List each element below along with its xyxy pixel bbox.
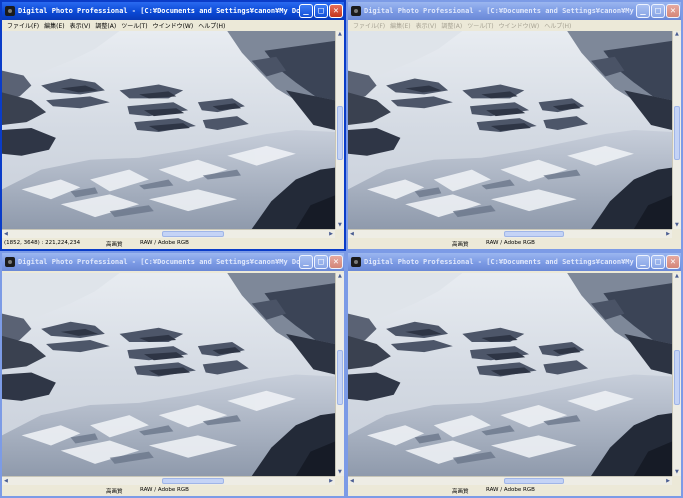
menu-view[interactable]: 表示(V) [70, 21, 91, 30]
horizontal-scroll-thumb[interactable] [161, 478, 224, 484]
vertical-scroll-thumb[interactable] [337, 350, 343, 405]
horizontal-scroll-thumb[interactable] [503, 231, 564, 237]
status-bar: (1852, 3648) : 221,224,234 高画質 RAW / Ado… [2, 238, 344, 249]
minimize-button[interactable]: _ [636, 255, 650, 269]
camera-app-icon[interactable] [5, 6, 15, 16]
status-quality: 高画質 [452, 489, 469, 495]
menu-bar: ファイル(F) 編集(E) 表示(V) 調整(A) ツール(T) ウインドウ(W… [2, 20, 344, 31]
menu-window[interactable]: ウインドウ(W) [153, 21, 194, 30]
menu-bar: ファイル(F) 編集(E) 表示(V) 調整(A) ツール(T) ウインドウ(W… [348, 20, 681, 31]
glacier-photo [348, 273, 672, 476]
status-bar: 高画質 RAW / Adobe RGB [2, 485, 344, 496]
horizontal-scrollbar[interactable]: ◀ ▶ [348, 229, 672, 238]
vertical-scrollbar[interactable]: ▲ ▼ [335, 31, 344, 229]
minimize-button[interactable]: _ [636, 4, 650, 18]
scroll-down-icon[interactable]: ▼ [675, 470, 679, 475]
window-title: Digital Photo Professional - [C:¥Documen… [364, 7, 636, 15]
status-colorspace: RAW / Adobe RGB [486, 240, 535, 246]
scroll-right-icon[interactable]: ▶ [666, 479, 670, 484]
window-bottom-left[interactable]: Digital Photo Professional - [C:¥Documen… [0, 251, 346, 498]
image-viewport[interactable] [348, 273, 672, 476]
scroll-down-icon[interactable]: ▼ [338, 470, 342, 475]
menu-file[interactable]: ファイル(F) [7, 21, 39, 30]
window-top-right[interactable]: Digital Photo Professional - [C:¥Documen… [346, 0, 683, 251]
horizontal-scroll-thumb[interactable] [503, 478, 564, 484]
close-button[interactable]: ✕ [666, 4, 680, 18]
menu-adjust[interactable]: 調整(A) [441, 21, 462, 30]
menu-help[interactable]: ヘルプ(H) [544, 21, 571, 30]
window-title: Digital Photo Professional - [C:¥Documen… [364, 258, 636, 266]
window-bottom-right[interactable]: Digital Photo Professional - [C:¥Documen… [346, 251, 683, 498]
camera-app-icon[interactable] [351, 257, 361, 267]
scroll-down-icon[interactable]: ▼ [675, 223, 679, 228]
vertical-scroll-thumb[interactable] [674, 106, 680, 160]
horizontal-scrollbar[interactable]: ◀ ▶ [2, 229, 335, 238]
scroll-up-icon[interactable]: ▲ [675, 32, 679, 37]
menu-edit[interactable]: 編集(E) [390, 21, 410, 30]
menu-tools[interactable]: ツール(T) [467, 21, 493, 30]
horizontal-scrollbar[interactable]: ◀ ▶ [2, 476, 335, 485]
camera-app-icon[interactable] [351, 6, 361, 16]
vertical-scroll-thumb[interactable] [674, 350, 680, 405]
status-quality: 高画質 [452, 242, 469, 248]
image-viewport[interactable] [348, 31, 672, 229]
window-top-left[interactable]: Digital Photo Professional - [C:¥Documen… [0, 0, 346, 251]
scroll-up-icon[interactable]: ▲ [675, 274, 679, 279]
glacier-photo [348, 31, 672, 229]
scroll-left-icon[interactable]: ◀ [350, 479, 354, 484]
close-button[interactable]: ✕ [329, 4, 343, 18]
glacier-photo [2, 31, 335, 229]
window-title: Digital Photo Professional - [C:¥Documen… [18, 258, 299, 266]
vertical-scrollbar[interactable]: ▲ ▼ [672, 273, 681, 476]
window-title: Digital Photo Professional - [C:¥Documen… [18, 7, 299, 15]
camera-app-icon[interactable] [5, 257, 15, 267]
maximize-button[interactable]: □ [651, 4, 665, 18]
horizontal-scroll-thumb[interactable] [161, 231, 224, 237]
minimize-button[interactable]: _ [299, 4, 313, 18]
status-colorspace: RAW / Adobe RGB [486, 487, 535, 493]
close-button[interactable]: ✕ [329, 255, 343, 269]
vertical-scroll-thumb[interactable] [337, 106, 343, 160]
title-bar[interactable]: Digital Photo Professional - [C:¥Documen… [348, 253, 681, 271]
image-viewport[interactable] [2, 31, 335, 229]
menu-help[interactable]: ヘルプ(H) [198, 21, 225, 30]
title-bar[interactable]: Digital Photo Professional - [C:¥Documen… [2, 2, 344, 20]
status-quality: 高画質 [106, 489, 123, 495]
image-viewport[interactable] [2, 273, 335, 476]
close-button[interactable]: ✕ [666, 255, 680, 269]
vertical-scrollbar[interactable]: ▲ ▼ [335, 273, 344, 476]
glacier-photo [2, 273, 335, 476]
status-bar: 高画質 RAW / Adobe RGB [348, 238, 681, 249]
title-bar[interactable]: Digital Photo Professional - [C:¥Documen… [2, 253, 344, 271]
title-bar[interactable]: Digital Photo Professional - [C:¥Documen… [348, 2, 681, 20]
minimize-button[interactable]: _ [299, 255, 313, 269]
maximize-button[interactable]: □ [651, 255, 665, 269]
scroll-left-icon[interactable]: ◀ [350, 232, 354, 237]
status-pixel-readout: (1852, 3648) : 221,224,234 [4, 240, 81, 246]
menu-adjust[interactable]: 調整(A) [95, 21, 116, 30]
scroll-right-icon[interactable]: ▶ [666, 232, 670, 237]
scroll-left-icon[interactable]: ◀ [4, 232, 8, 237]
maximize-button[interactable]: □ [314, 255, 328, 269]
maximize-button[interactable]: □ [314, 4, 328, 18]
menu-window[interactable]: ウインドウ(W) [499, 21, 540, 30]
horizontal-scrollbar[interactable]: ◀ ▶ [348, 476, 672, 485]
menu-tools[interactable]: ツール(T) [121, 21, 147, 30]
status-quality: 高画質 [106, 242, 123, 248]
status-colorspace: RAW / Adobe RGB [140, 240, 189, 246]
status-bar: 高画質 RAW / Adobe RGB [348, 485, 681, 496]
status-colorspace: RAW / Adobe RGB [140, 487, 189, 493]
menu-edit[interactable]: 編集(E) [44, 21, 64, 30]
scroll-up-icon[interactable]: ▲ [338, 32, 342, 37]
scroll-right-icon[interactable]: ▶ [329, 479, 333, 484]
scroll-right-icon[interactable]: ▶ [329, 232, 333, 237]
scroll-down-icon[interactable]: ▼ [338, 223, 342, 228]
menu-file[interactable]: ファイル(F) [353, 21, 385, 30]
scroll-left-icon[interactable]: ◀ [4, 479, 8, 484]
menu-view[interactable]: 表示(V) [416, 21, 437, 30]
scroll-up-icon[interactable]: ▲ [338, 274, 342, 279]
vertical-scrollbar[interactable]: ▲ ▼ [672, 31, 681, 229]
